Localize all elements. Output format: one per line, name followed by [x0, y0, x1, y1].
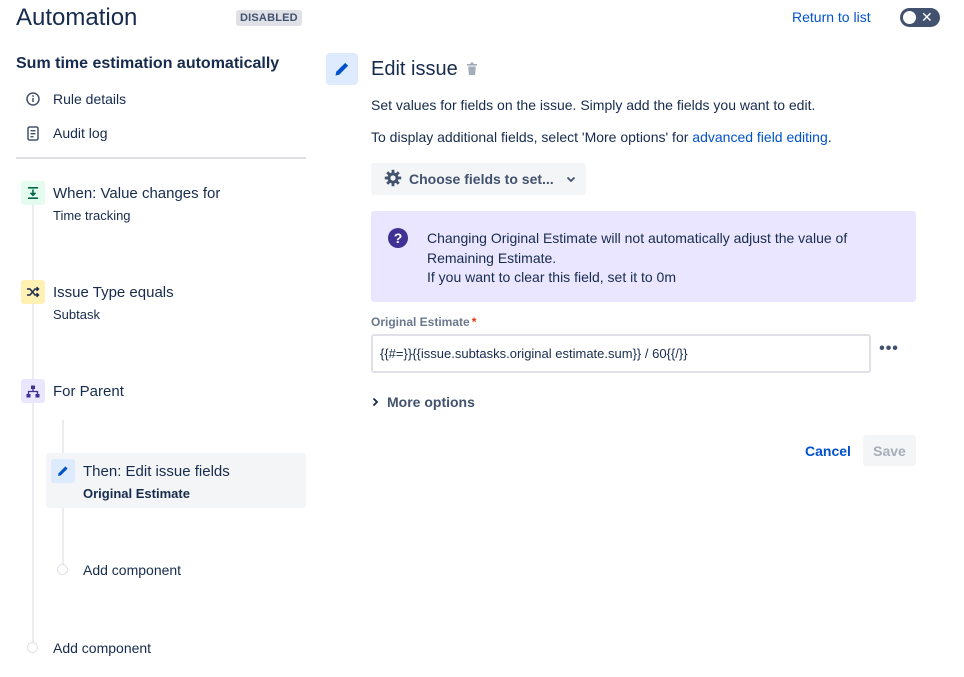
edit-pencil-icon	[326, 53, 358, 85]
shuffle-icon	[21, 280, 45, 304]
return-to-list-link[interactable]: Return to list	[792, 9, 871, 25]
info-message: ? Changing Original Estimate will not au…	[371, 211, 916, 302]
toggle-knob	[903, 11, 916, 24]
trash-icon[interactable]	[466, 62, 478, 81]
chevron-down-icon	[566, 176, 576, 183]
more-options-toggle[interactable]: More options	[372, 394, 475, 410]
info-icon	[24, 92, 42, 106]
add-component-outer-button[interactable]: Add component	[53, 640, 151, 656]
close-icon: ✕	[921, 9, 933, 25]
audit-log-label: Audit log	[53, 125, 108, 141]
timeline-line	[32, 205, 34, 645]
add-component-dot	[27, 642, 38, 653]
panel-description: Set values for fields on the issue. Simp…	[371, 97, 816, 113]
rule-enabled-toggle[interactable]: ✕	[900, 8, 940, 27]
sidebar-divider	[16, 157, 306, 159]
audit-log-link[interactable]: Audit log	[24, 123, 107, 143]
hierarchy-icon	[21, 379, 45, 403]
original-estimate-label: Original Estimate *	[371, 315, 476, 329]
save-button[interactable]: Save	[863, 435, 916, 466]
add-component-dot	[57, 564, 68, 575]
info-line: If you want to clear this field, set it …	[427, 269, 676, 285]
rule-details-link[interactable]: Rule details	[24, 89, 126, 109]
rule-details-label: Rule details	[53, 91, 127, 107]
panel-title: Edit issue	[371, 58, 458, 80]
status-badge: DISABLED	[236, 10, 302, 26]
question-icon: ?	[388, 228, 408, 248]
chevron-right-icon	[372, 397, 379, 407]
trigger-icon	[21, 181, 45, 205]
more-actions-icon[interactable]: •••	[878, 338, 900, 360]
info-line: Remaining Estimate.	[427, 250, 557, 266]
advanced-field-editing-link[interactable]: advanced field editing	[692, 129, 827, 145]
pencil-icon	[51, 459, 75, 483]
gear-icon	[384, 169, 402, 190]
field-label-text: Original Estimate	[371, 315, 470, 329]
choose-fields-label: Choose fields to set...	[409, 171, 554, 187]
required-marker: *	[471, 315, 477, 329]
page-title: Automation	[16, 4, 138, 31]
more-options-label: More options	[387, 394, 475, 410]
choose-fields-button[interactable]: Choose fields to set...	[371, 163, 586, 195]
action-title: Then: Edit issue fields	[83, 463, 230, 480]
condition-title: Issue Type equals	[53, 284, 174, 301]
cancel-button[interactable]: Cancel	[797, 435, 859, 466]
original-estimate-input[interactable]: {{#=}}{{issue.subtasks.original estimate…	[371, 334, 871, 373]
document-icon	[24, 125, 42, 141]
branch-title: For Parent	[53, 383, 124, 400]
action-subtitle: Original Estimate	[83, 486, 190, 501]
condition-subtitle: Subtask	[53, 307, 100, 322]
trigger-subtitle: Time tracking	[53, 208, 131, 223]
add-component-inner-button[interactable]: Add component	[83, 562, 181, 578]
description-period: .	[827, 129, 832, 145]
panel-description-advanced: To display additional fields, select 'Mo…	[371, 129, 832, 145]
info-line: Changing Original Estimate will not auto…	[427, 230, 848, 246]
description-text: To display additional fields, select 'Mo…	[371, 129, 693, 145]
rule-name: Sum time estimation automatically	[16, 55, 280, 72]
trigger-title: When: Value changes for	[53, 185, 221, 202]
